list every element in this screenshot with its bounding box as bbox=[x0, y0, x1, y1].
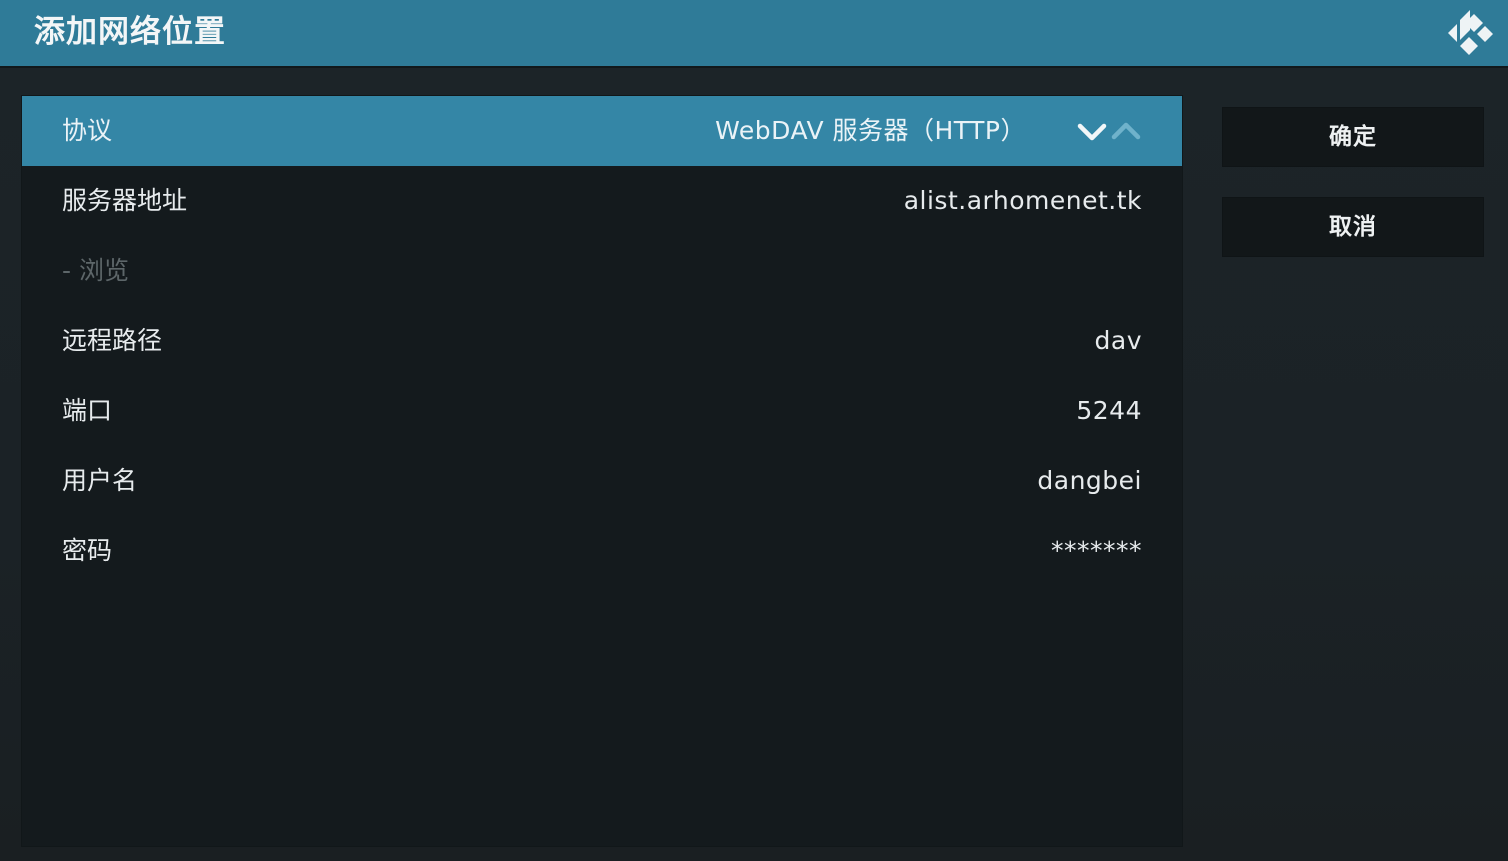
port-label: 端口 bbox=[62, 396, 113, 425]
password-label: 密码 bbox=[62, 536, 113, 565]
server-address-value: alist.arhomenet.tk bbox=[903, 186, 1142, 215]
remote-path-row[interactable]: 远程路径 dav bbox=[22, 306, 1182, 376]
protocol-label: 协议 bbox=[62, 116, 113, 145]
protocol-value: WebDAV 服务器（HTTP） bbox=[715, 116, 1026, 145]
chevron-down-icon bbox=[1077, 123, 1107, 141]
cancel-button[interactable]: 取消 bbox=[1223, 198, 1483, 256]
protocol-row[interactable]: 协议 WebDAV 服务器（HTTP） bbox=[22, 96, 1182, 166]
ok-button[interactable]: 确定 bbox=[1223, 108, 1483, 166]
browse-label: - 浏览 bbox=[62, 256, 129, 285]
server-address-row[interactable]: 服务器地址 alist.arhomenet.tk bbox=[22, 166, 1182, 236]
server-address-label: 服务器地址 bbox=[62, 186, 188, 215]
remote-path-label: 远程路径 bbox=[62, 326, 163, 355]
spin-control[interactable] bbox=[1076, 118, 1142, 144]
chevron-up-icon bbox=[1111, 122, 1141, 140]
title-bar: 添加网络位置 bbox=[0, 0, 1508, 66]
password-row[interactable]: 密码 ******* bbox=[22, 516, 1182, 586]
port-value: 5244 bbox=[1076, 396, 1142, 425]
username-label: 用户名 bbox=[62, 466, 138, 495]
dialog-title: 添加网络位置 bbox=[34, 14, 226, 50]
port-row[interactable]: 端口 5244 bbox=[22, 376, 1182, 446]
username-row[interactable]: 用户名 dangbei bbox=[22, 446, 1182, 516]
username-value: dangbei bbox=[1037, 466, 1142, 495]
kodi-logo-icon bbox=[1448, 10, 1493, 55]
remote-path-value: dav bbox=[1094, 326, 1142, 355]
password-value: ******* bbox=[1051, 536, 1142, 565]
add-network-location-dialog: 添加网络位置 协议 WebDAV 服务器（HTTP） 服务器地址 alist.a… bbox=[0, 0, 1508, 861]
settings-list: 协议 WebDAV 服务器（HTTP） 服务器地址 alist.arhomene… bbox=[22, 96, 1182, 846]
browse-row[interactable]: - 浏览 bbox=[22, 236, 1182, 306]
